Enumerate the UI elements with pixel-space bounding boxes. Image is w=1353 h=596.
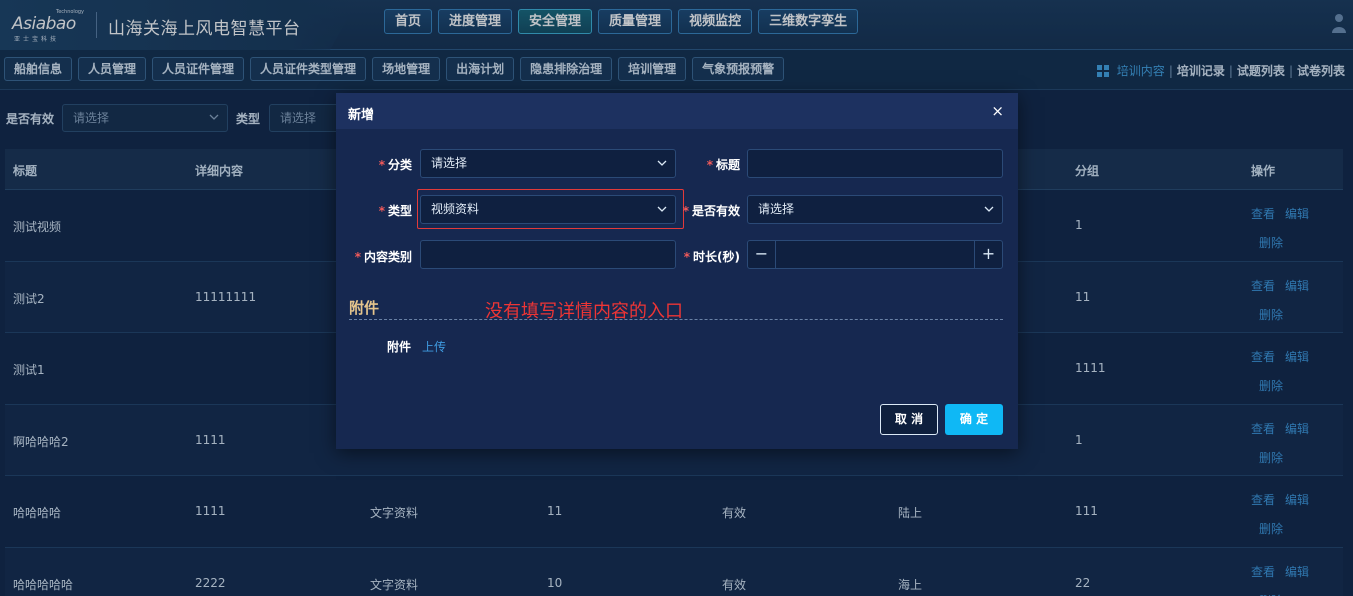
- required-mark: *: [378, 158, 385, 172]
- type-label: * 类型: [378, 204, 412, 218]
- upload-link[interactable]: 上传: [422, 338, 446, 355]
- category-select[interactable]: 请选择: [420, 149, 676, 178]
- required-mark: *: [354, 250, 361, 264]
- dialog-header: 新增 ×: [336, 93, 1018, 129]
- dialog-title: 新增: [348, 108, 375, 123]
- attachment-section-title: 附件: [349, 299, 380, 317]
- confirm-button[interactable]: 确 定: [945, 404, 1003, 435]
- add-dialog: 新增 × * 分类 请选择 * 标题 * 类型 视频资料 * 是否有效 请选择 * 内容类…: [336, 93, 1018, 449]
- decrement-button[interactable]: −: [748, 241, 776, 268]
- cancel-button[interactable]: 取 消: [880, 404, 938, 435]
- valid-value: 请选择: [758, 202, 795, 216]
- category-label: * 分类: [378, 158, 412, 172]
- category-value: 请选择: [431, 156, 468, 170]
- required-mark: *: [706, 158, 713, 172]
- content-type-input[interactable]: [420, 240, 676, 269]
- valid-label: * 是否有效: [682, 204, 740, 218]
- annotation-highlight-box: [417, 189, 684, 229]
- title-input[interactable]: [747, 149, 1003, 178]
- content-type-label: * 内容类别: [354, 250, 412, 264]
- duration-stepper[interactable]: − +: [747, 240, 1003, 269]
- title-label: * 标题: [706, 158, 740, 172]
- close-icon[interactable]: ×: [991, 102, 1004, 120]
- attachment-label: 附件: [387, 340, 412, 354]
- valid-select[interactable]: 请选择: [747, 195, 1003, 224]
- chevron-down-icon: [657, 160, 667, 166]
- required-mark: *: [682, 204, 689, 218]
- required-mark: *: [378, 204, 385, 218]
- section-divider: [349, 319, 1003, 320]
- chevron-down-icon: [984, 206, 994, 212]
- required-mark: *: [683, 250, 691, 264]
- increment-button[interactable]: +: [974, 241, 1002, 268]
- duration-label: * 时长(秒): [683, 250, 740, 264]
